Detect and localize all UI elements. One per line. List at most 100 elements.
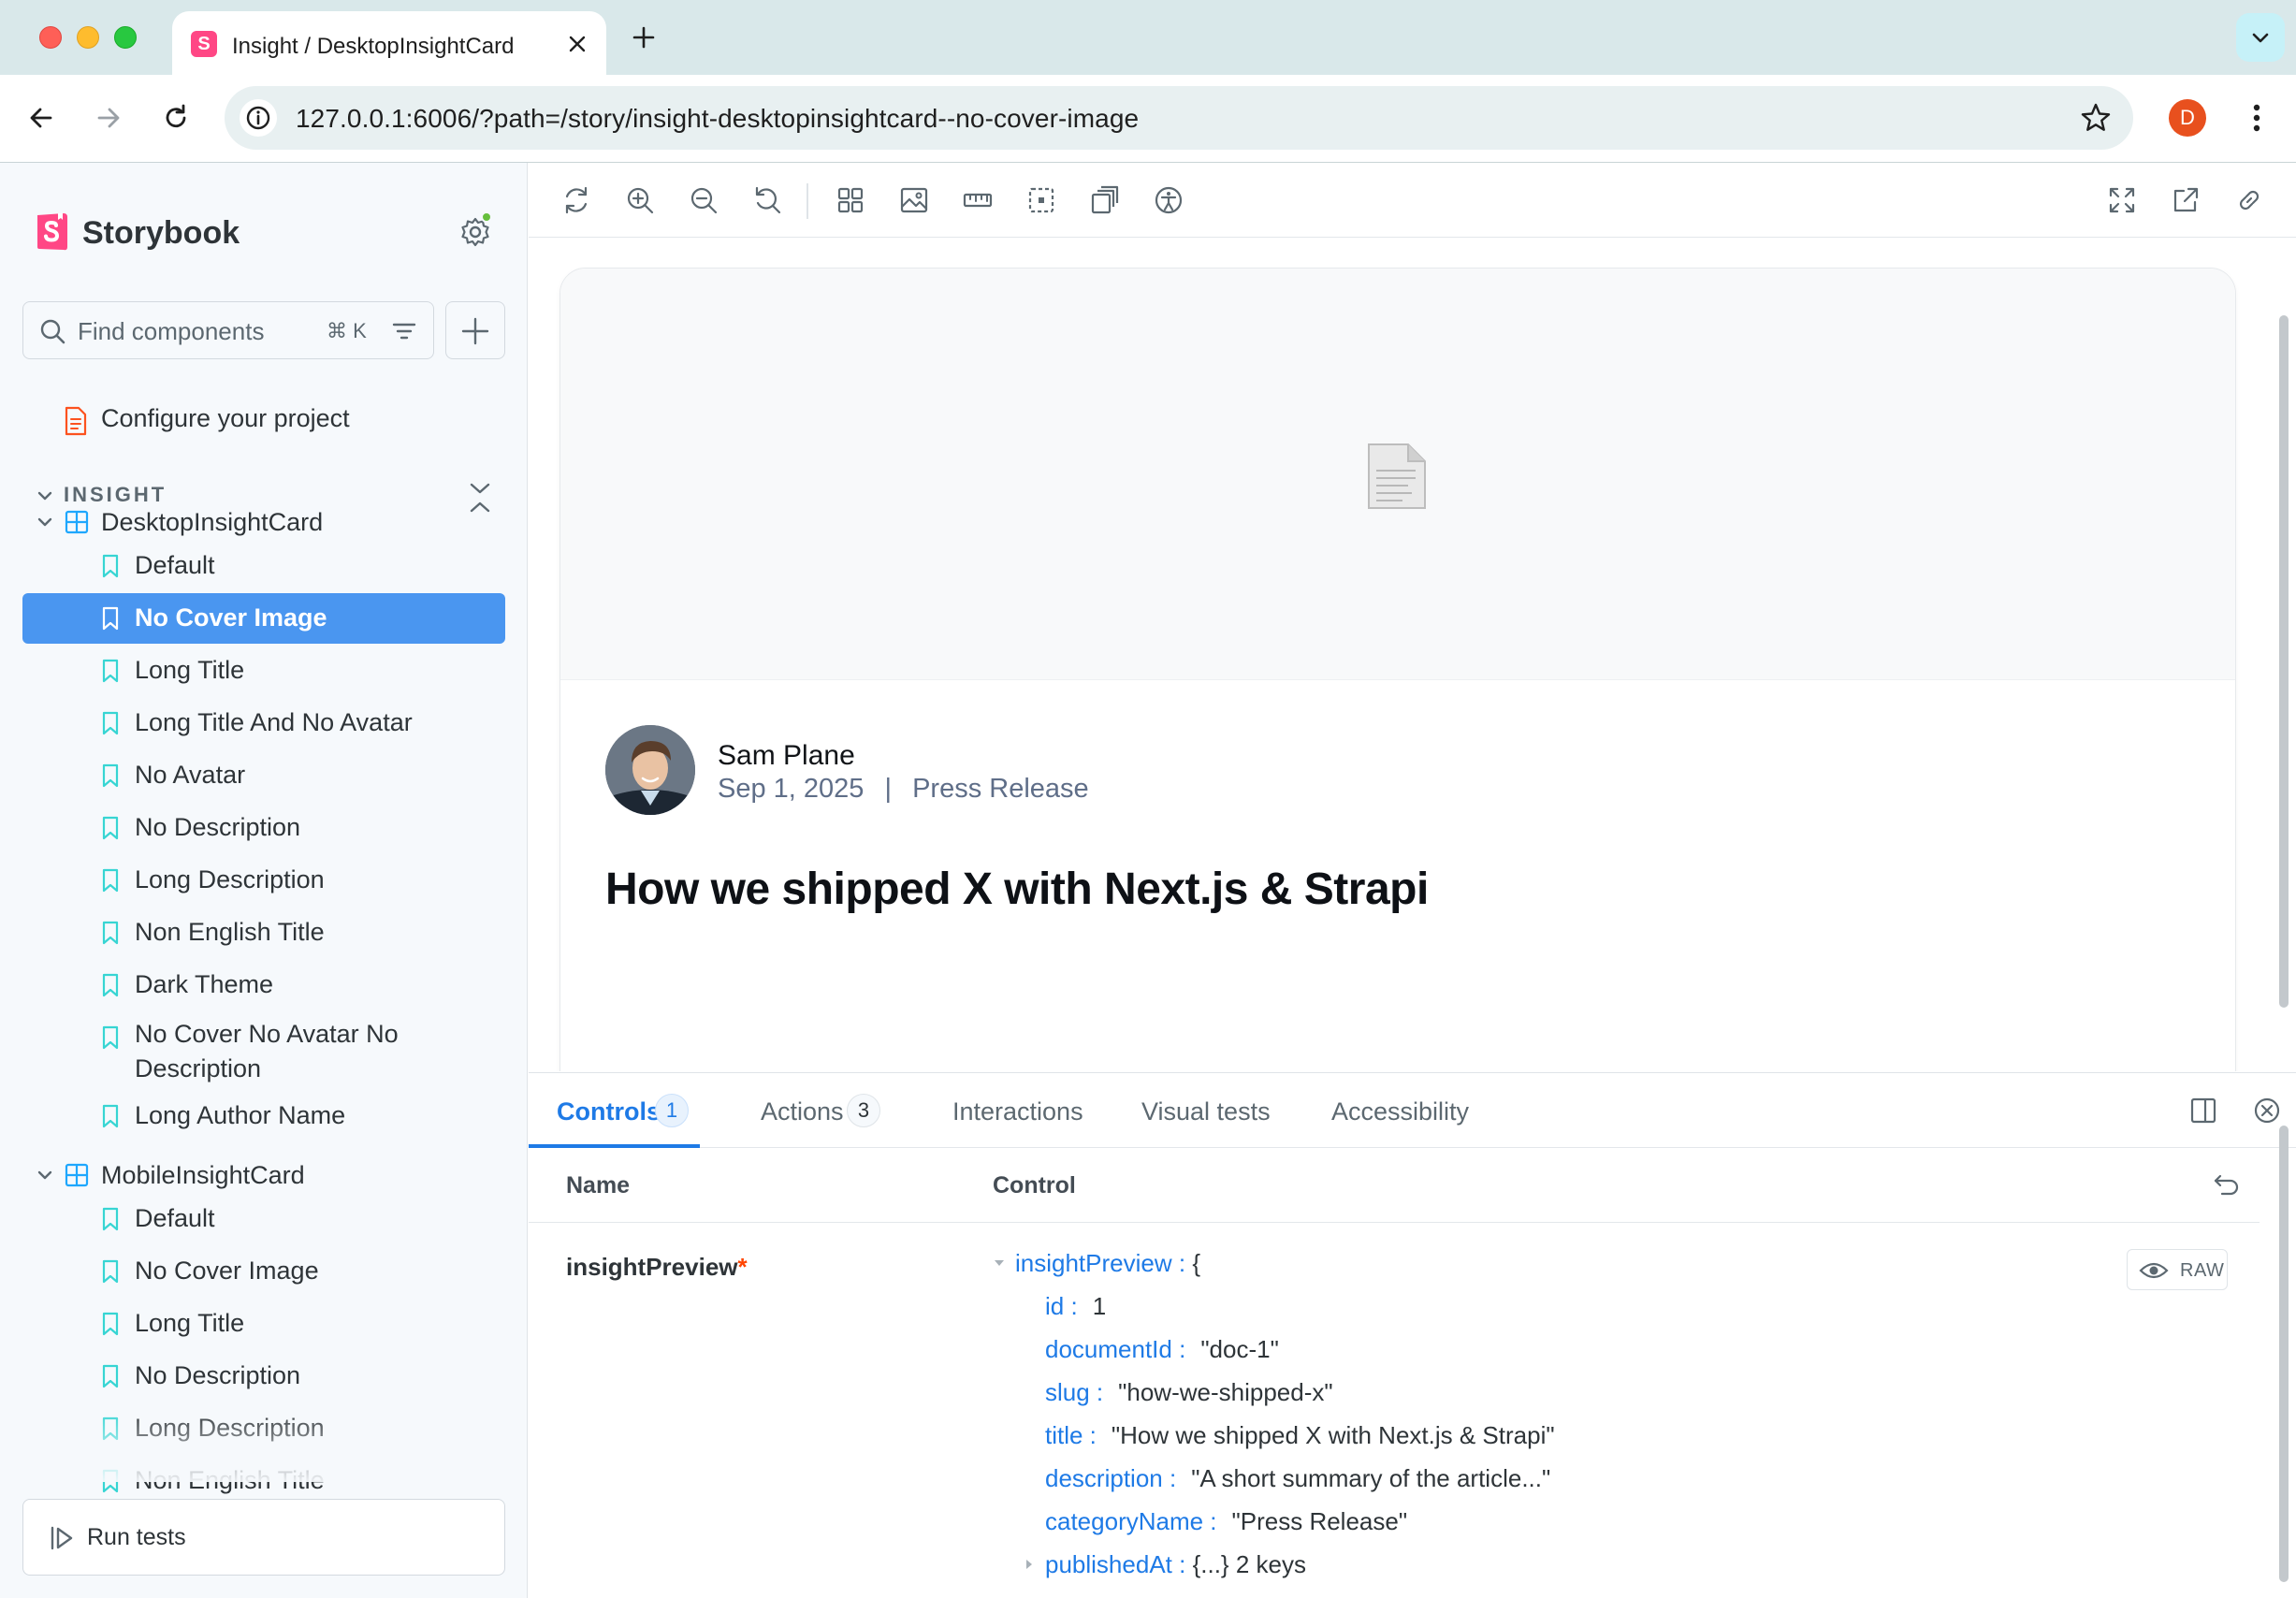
profile-avatar[interactable]: D	[2169, 99, 2206, 137]
storybook-sidebar: Storybook Find components ⌘ K Configure …	[0, 163, 528, 1598]
json-field[interactable]: id : 1	[1045, 1292, 1106, 1321]
window-close-button[interactable]	[39, 26, 62, 49]
storybook-main: Sam Plane Sep 1, 2025 | Press Release Ho…	[529, 163, 2296, 1598]
expand-caret-icon[interactable]	[1023, 1558, 1036, 1571]
filter-icon[interactable]	[390, 317, 418, 345]
story-item[interactable]: Default	[22, 541, 505, 591]
copy-link-icon[interactable]	[2232, 183, 2266, 217]
forward-arrow-icon[interactable]	[92, 101, 125, 135]
desktop-insight-card[interactable]: Sam Plane Sep 1, 2025 | Press Release Ho…	[559, 268, 2236, 1071]
story-item[interactable]: No Cover No Avatar No Description	[22, 1012, 505, 1091]
storybook-brand[interactable]: Storybook	[82, 215, 240, 252]
search-shortcut: ⌘ K	[327, 319, 367, 342]
background-image-icon[interactable]	[897, 183, 931, 217]
configure-label: Configure your project	[101, 404, 350, 432]
zoom-reset-icon[interactable]	[750, 183, 784, 217]
story-item[interactable]: No Cover Image	[22, 593, 505, 644]
story-label: Long Author Name	[135, 1101, 346, 1129]
json-value[interactable]: "Press Release"	[1232, 1507, 1408, 1535]
addon-tab[interactable]: Interactions	[952, 1073, 1088, 1148]
story-item[interactable]: No Description	[22, 1351, 505, 1402]
json-field[interactable]: title : "How we shipped X with Next.js & …	[1045, 1421, 1555, 1450]
addons-scrollbar[interactable]	[2279, 1126, 2289, 1582]
new-tab-icon[interactable]	[629, 22, 659, 52]
create-new-story-button[interactable]	[445, 301, 505, 359]
addon-tab[interactable]: Visual tests	[1141, 1073, 1273, 1148]
story-item[interactable]: No Cover Image	[22, 1246, 505, 1297]
story-item[interactable]: Dark Theme	[22, 960, 505, 1010]
accessibility-icon[interactable]	[1152, 183, 1185, 217]
story-item[interactable]: Long Title	[22, 646, 505, 696]
measure-ruler-icon[interactable]	[961, 183, 995, 217]
open-new-tab-icon[interactable]	[2169, 183, 2202, 217]
close-panel-icon[interactable]	[2250, 1094, 2284, 1127]
browser-tab-bar: S Insight / DesktopInsightCard	[0, 0, 2296, 75]
json-value[interactable]: "how-we-shipped-x"	[1118, 1378, 1332, 1406]
story-item[interactable]: Long Author Name	[22, 1091, 505, 1141]
component-node[interactable]: DesktopInsightCard	[36, 500, 503, 545]
json-value[interactable]: "How we shipped X with Next.js & Strapi"	[1112, 1421, 1555, 1449]
story-label: No Cover Image	[135, 603, 327, 632]
addon-tab-badge: 3	[847, 1094, 880, 1127]
browser-menu-icon[interactable]	[2242, 99, 2272, 137]
story-item[interactable]: No Avatar	[22, 750, 505, 801]
story-item[interactable]: Long Title And No Avatar	[22, 698, 505, 748]
zoom-out-icon[interactable]	[687, 183, 720, 217]
story-label: Dark Theme	[135, 970, 274, 998]
json-field[interactable]: slug : "how-we-shipped-x"	[1045, 1378, 1333, 1407]
bookmark-icon	[101, 554, 120, 578]
remount-icon[interactable]	[559, 183, 593, 217]
story-item[interactable]: Long Title	[22, 1299, 505, 1349]
json-root[interactable]: insightPreview : {	[993, 1249, 1200, 1278]
outline-icon[interactable]	[1024, 183, 1058, 217]
json-collapsed-field[interactable]: publishedAt : {...} 2 keys	[1023, 1550, 1306, 1579]
expand-caret-icon[interactable]	[993, 1257, 1006, 1270]
story-item[interactable]: Long Description	[22, 855, 505, 906]
run-tests-button[interactable]: Run tests	[22, 1499, 505, 1576]
card-meta: Sep 1, 2025 | Press Release	[718, 774, 1089, 805]
grid-icon[interactable]	[834, 183, 867, 217]
json-editor[interactable]: insightPreview : { id : 1 documentId : "doc-…	[529, 1223, 2260, 1598]
tab-search-button[interactable]	[2236, 13, 2285, 62]
canvas-scrollbar[interactable]	[2279, 315, 2289, 1008]
json-value[interactable]: 1	[1093, 1292, 1106, 1320]
addon-tab[interactable]: Accessibility	[1331, 1073, 1471, 1148]
author-avatar	[605, 725, 695, 815]
addon-tab[interactable]: Controls 1	[529, 1073, 700, 1148]
bookmark-icon	[101, 1207, 120, 1231]
json-value[interactable]: "A short summary of the article..."	[1191, 1464, 1550, 1492]
story-item[interactable]: No Description	[22, 803, 505, 853]
bookmark-icon	[101, 659, 120, 683]
reset-controls-icon[interactable]	[2213, 1172, 2241, 1198]
component-node[interactable]: MobileInsightCard	[36, 1153, 503, 1198]
json-field[interactable]: documentId : "doc-1"	[1045, 1335, 1279, 1364]
panel-orientation-icon[interactable]	[2187, 1094, 2220, 1127]
browser-tab-active[interactable]: S Insight / DesktopInsightCard	[172, 11, 606, 75]
site-info-icon[interactable]	[240, 99, 277, 137]
tab-close-icon[interactable]	[565, 32, 589, 56]
json-field[interactable]: categoryName : "Press Release"	[1045, 1507, 1407, 1536]
bookmark-icon	[101, 1025, 120, 1050]
bookmark-icon	[101, 816, 120, 840]
window-zoom-button[interactable]	[114, 26, 137, 49]
url-text[interactable]: 127.0.0.1:6006/?path=/story/insight-desk…	[296, 104, 1139, 134]
json-field[interactable]: description : "A short summary of the art…	[1045, 1464, 1550, 1493]
name-column-header: Name	[566, 1172, 631, 1198]
card-title[interactable]: How we shipped X with Next.js & Strapi	[605, 864, 1429, 915]
story-item[interactable]: Default	[22, 1194, 505, 1244]
scroll-fade	[0, 1407, 527, 1482]
addon-tab[interactable]: Actions 3	[761, 1073, 892, 1148]
component-search-input[interactable]: Find components ⌘ K	[22, 301, 434, 359]
bookmark-star-icon[interactable]	[2079, 101, 2113, 135]
reload-icon[interactable]	[159, 101, 193, 135]
address-bar[interactable]: 127.0.0.1:6006/?path=/story/insight-desk…	[225, 86, 2133, 150]
fullscreen-icon[interactable]	[2105, 183, 2139, 217]
story-item[interactable]: Non English Title	[22, 908, 505, 958]
window-minimize-button[interactable]	[77, 26, 99, 49]
viewport-icon[interactable]	[1088, 183, 1122, 217]
json-value[interactable]: "doc-1"	[1200, 1335, 1279, 1363]
zoom-in-icon[interactable]	[623, 183, 657, 217]
bookmark-icon	[101, 1259, 120, 1284]
back-arrow-icon[interactable]	[24, 101, 58, 135]
cover-image-placeholder	[560, 269, 2235, 680]
